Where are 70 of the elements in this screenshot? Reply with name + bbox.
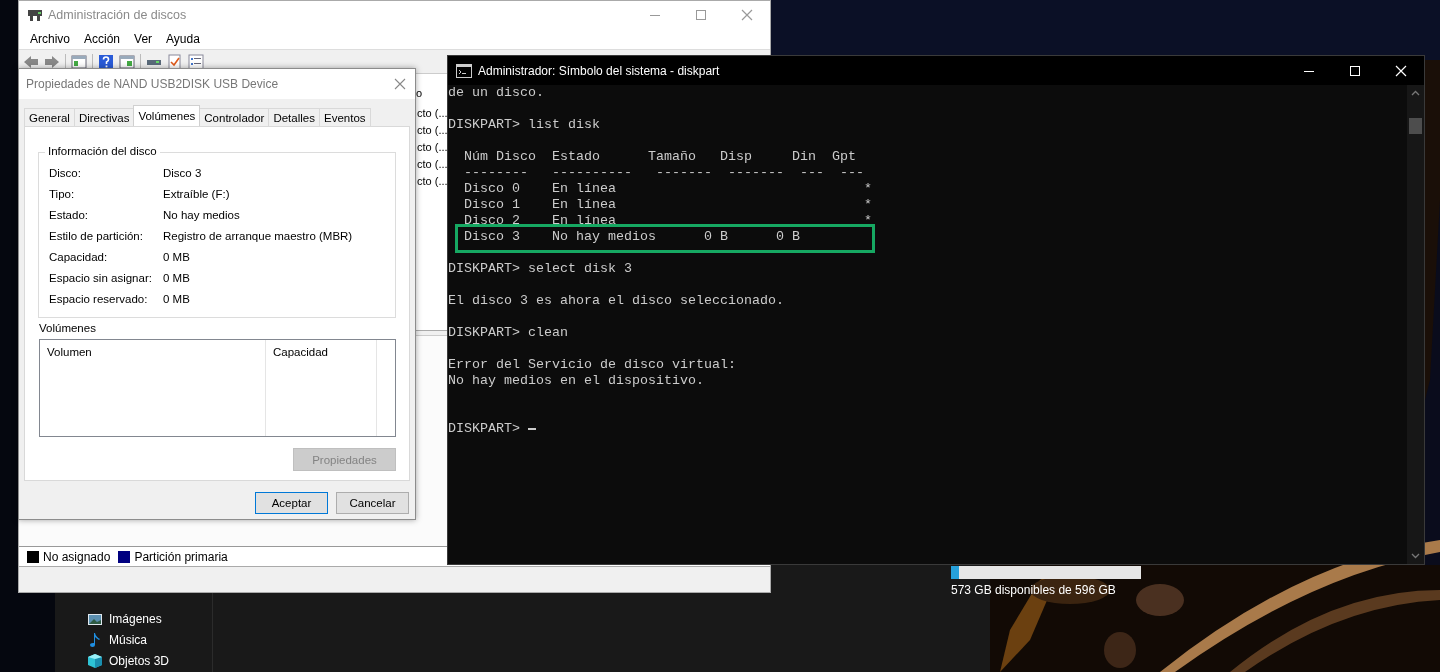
console-line: DISKPART> clean	[448, 325, 568, 341]
list-cell-text: cto (...	[417, 106, 448, 121]
console-line: DISKPART> list disk	[448, 117, 600, 133]
window-icon[interactable]	[119, 53, 135, 70]
console-line: Disco 1 En línea *	[463, 197, 872, 213]
scroll-thumb[interactable]	[1409, 118, 1422, 134]
list-cell-text: cto (...	[417, 140, 448, 155]
console-line: El disco 3 es ahora el disco seleccionado.	[448, 293, 784, 309]
console-line: No hay medios en el dispositivo.	[448, 373, 704, 389]
menu-item[interactable]: Archivo	[23, 31, 77, 46]
column-header[interactable]: Capacidad	[266, 340, 377, 436]
tab[interactable]: Volúmenes	[133, 105, 201, 126]
text-cursor	[528, 428, 536, 430]
list-cell-text: cto (...	[417, 174, 448, 189]
console-line: Error del Servicio de disco virtual:	[448, 357, 736, 373]
console-line: DISKPART> select disk 3	[448, 261, 632, 277]
field-value: 0 MB	[163, 292, 190, 305]
field-value: No hay medios	[163, 208, 240, 221]
field-value: Registro de arranque maestro (MBR)	[163, 229, 353, 242]
scrollbar[interactable]	[1407, 85, 1424, 564]
help-icon[interactable]	[98, 53, 114, 70]
field-label: Capacidad:	[49, 250, 109, 263]
console-line: Disco 0 En línea *	[463, 181, 872, 197]
checklist-icon[interactable]	[167, 53, 183, 70]
menu-item[interactable]: Ayuda	[159, 31, 207, 46]
field-label: Disco:	[49, 166, 82, 179]
dialog-title: Propiedades de NAND USB2DISK USB Device	[26, 77, 280, 91]
console-icon	[456, 63, 472, 78]
field-label: Tipo:	[49, 187, 76, 200]
back-arrow-icon[interactable]	[23, 53, 39, 70]
menu-item[interactable]: Acción	[77, 31, 128, 46]
console-line: Disco 3 No hay medios 0 B 0 B	[448, 229, 800, 245]
console-line: Disco 2 En línea *	[463, 213, 872, 229]
legend-label: No asignado	[43, 549, 111, 564]
legend-label: Partición primaria	[134, 549, 228, 564]
field-label: Estilo de partición:	[49, 229, 144, 242]
field-value: 0 MB	[163, 271, 190, 284]
window-icon[interactable]	[71, 53, 87, 70]
storage-caption: 573 GB disponibles de 596 GB	[951, 583, 1117, 597]
ok-button[interactable]: Aceptar	[255, 492, 328, 514]
forward-arrow-icon[interactable]	[44, 53, 60, 70]
field-label: Espacio reservado:	[49, 292, 149, 305]
nav-item[interactable]: Objetos 3D	[109, 654, 170, 669]
console-line: Núm Disco Estado Tamaño Disp Din Gpt	[463, 149, 856, 165]
list-icon[interactable]	[188, 53, 204, 70]
column-header[interactable]: Volumen	[40, 340, 266, 436]
section-label: Volúmenes	[39, 322, 96, 334]
console-line: -------- ---------- ------- ------- --- ---	[463, 165, 864, 181]
field-label: Estado:	[49, 208, 89, 221]
list-cell-text: cto (...	[417, 157, 448, 172]
console-line: de un disco.	[448, 85, 544, 101]
disk-drive-icon	[27, 7, 43, 22]
group-title: Información del disco	[45, 145, 160, 157]
menu-item[interactable]: Ver	[127, 31, 160, 46]
column-header[interactable]: o	[416, 86, 423, 100]
window-title: Administración de discos	[48, 7, 188, 22]
list-cell-text: cto (...	[417, 123, 448, 138]
field-value: 0 MB	[163, 250, 190, 263]
field-value: Disco 3	[163, 166, 202, 179]
field-value: Extraíble (F:)	[163, 187, 230, 200]
cancel-button[interactable]: Cancelar	[336, 492, 409, 514]
music-note-icon	[87, 632, 103, 648]
nav-item[interactable]: Música	[109, 633, 147, 647]
window-title: Administrador: Símbolo del sistema - diskpart	[478, 63, 721, 78]
tab[interactable]: Eventos	[318, 108, 371, 126]
field-label: Espacio sin asignar:	[49, 271, 153, 284]
console-line: DISKPART>	[448, 421, 520, 437]
cube-icon	[87, 653, 103, 670]
nav-item[interactable]: Imágenes	[109, 611, 162, 626]
tab[interactable]: General	[24, 108, 75, 126]
